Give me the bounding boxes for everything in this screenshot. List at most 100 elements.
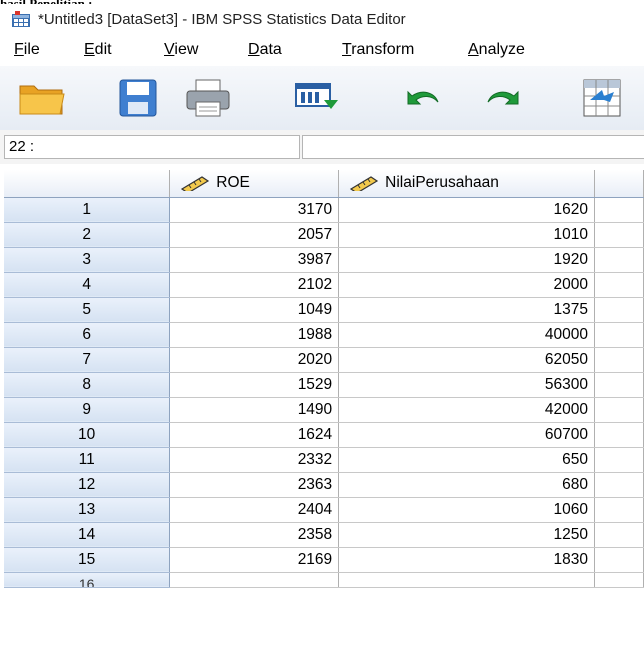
cell-roe[interactable]: 3987: [169, 247, 340, 273]
cell-empty[interactable]: [594, 572, 644, 588]
cell-nilaiperusahaan[interactable]: 1620: [338, 197, 596, 223]
cell-roe[interactable]: 3170: [169, 197, 340, 223]
menu-analyze[interactable]: Analyze: [468, 41, 525, 59]
column-header-empty[interactable]: [594, 170, 644, 198]
cell-empty[interactable]: [594, 372, 644, 398]
cell-nilaiperusahaan[interactable]: 1920: [338, 247, 596, 273]
cell-reference-field[interactable]: 22 :: [4, 135, 300, 159]
cell-nilaiperusahaan[interactable]: 1830: [338, 547, 596, 573]
menu-data[interactable]: Data: [248, 41, 282, 59]
column-header-nilaiperusahaan[interactable]: NilaiPerusahaan: [338, 170, 596, 198]
cell-empty[interactable]: [594, 322, 644, 348]
menu-file[interactable]: File: [14, 41, 40, 59]
row-number[interactable]: 5: [4, 297, 171, 323]
cell-empty[interactable]: [169, 572, 340, 588]
cell-roe[interactable]: 1049: [169, 297, 340, 323]
table-row: 3 3987 1920: [4, 247, 644, 273]
menu-edit[interactable]: Edit: [84, 41, 112, 59]
cell-nilaiperusahaan[interactable]: 40000: [338, 322, 596, 348]
row-number[interactable]: 16: [4, 572, 171, 588]
cell-empty[interactable]: [594, 272, 644, 298]
table-row: 6 1988 40000: [4, 322, 644, 348]
print-icon[interactable]: [184, 78, 232, 118]
toolbar: [0, 66, 644, 131]
cell-roe[interactable]: 2363: [169, 472, 340, 498]
menu-transform[interactable]: Transform: [342, 41, 414, 59]
title-bar: *Untitled3 [DataSet3] - IBM SPSS Statist…: [0, 4, 644, 34]
redo-icon[interactable]: [478, 78, 526, 118]
cell-roe[interactable]: 2404: [169, 497, 340, 523]
spss-app-icon: [12, 11, 30, 27]
goto-case-icon[interactable]: [582, 78, 622, 118]
table-row: 15 2169 1830: [4, 547, 644, 573]
cell-editor-bar: 22 :: [0, 130, 644, 165]
row-number[interactable]: 4: [4, 272, 171, 298]
cell-nilaiperusahaan[interactable]: 680: [338, 472, 596, 498]
table-row: 8 1529 56300: [4, 372, 644, 398]
cell-empty[interactable]: [594, 447, 644, 473]
column-label-nilaiperusahaan: NilaiPerusahaan: [385, 174, 499, 192]
cell-empty[interactable]: [338, 572, 596, 588]
column-header-roe[interactable]: ROE: [169, 170, 340, 198]
table-row: 11 2332 650: [4, 447, 644, 473]
cell-roe[interactable]: 1988: [169, 322, 340, 348]
row-number[interactable]: 1: [4, 197, 171, 223]
row-number[interactable]: 11: [4, 447, 171, 473]
cell-empty[interactable]: [594, 547, 644, 573]
menu-view[interactable]: View: [164, 41, 198, 59]
save-icon[interactable]: [118, 78, 158, 118]
dialog-recall-icon[interactable]: [292, 78, 342, 118]
cell-nilaiperusahaan[interactable]: 1250: [338, 522, 596, 548]
cell-empty[interactable]: [594, 497, 644, 523]
cell-nilaiperusahaan[interactable]: 56300: [338, 372, 596, 398]
row-number[interactable]: 8: [4, 372, 171, 398]
table-row: 9 1490 42000: [4, 397, 644, 423]
cell-roe[interactable]: 2169: [169, 547, 340, 573]
row-number[interactable]: 15: [4, 547, 171, 573]
cell-roe[interactable]: 1529: [169, 372, 340, 398]
cell-empty[interactable]: [594, 347, 644, 373]
row-number[interactable]: 9: [4, 397, 171, 423]
scale-ruler-icon: [181, 176, 210, 192]
cell-nilaiperusahaan[interactable]: 650: [338, 447, 596, 473]
table-row: 12 2363 680: [4, 472, 644, 498]
table-row: 13 2404 1060: [4, 497, 644, 523]
row-number[interactable]: 7: [4, 347, 171, 373]
cell-nilaiperusahaan[interactable]: 1060: [338, 497, 596, 523]
cell-roe[interactable]: 1624: [169, 422, 340, 448]
scale-ruler-icon: [350, 176, 379, 192]
cell-empty[interactable]: [594, 222, 644, 248]
cell-nilaiperusahaan[interactable]: 1010: [338, 222, 596, 248]
row-number[interactable]: 10: [4, 422, 171, 448]
cell-empty[interactable]: [594, 397, 644, 423]
cell-empty[interactable]: [594, 472, 644, 498]
open-folder-icon[interactable]: [18, 78, 66, 118]
cell-nilaiperusahaan[interactable]: 60700: [338, 422, 596, 448]
table-row: 14 2358 1250: [4, 522, 644, 548]
cell-empty[interactable]: [594, 522, 644, 548]
cell-empty[interactable]: [594, 197, 644, 223]
row-number[interactable]: 3: [4, 247, 171, 273]
row-number[interactable]: 14: [4, 522, 171, 548]
cell-roe[interactable]: 2057: [169, 222, 340, 248]
row-number[interactable]: 12: [4, 472, 171, 498]
cell-nilaiperusahaan[interactable]: 62050: [338, 347, 596, 373]
cell-roe[interactable]: 2358: [169, 522, 340, 548]
cell-empty[interactable]: [594, 247, 644, 273]
cell-roe[interactable]: 2332: [169, 447, 340, 473]
cell-roe[interactable]: 2102: [169, 272, 340, 298]
undo-icon[interactable]: [400, 78, 448, 118]
corner-header[interactable]: [4, 170, 171, 198]
cell-value-field[interactable]: [302, 135, 644, 159]
cell-nilaiperusahaan[interactable]: 1375: [338, 297, 596, 323]
cell-roe[interactable]: 2020: [169, 347, 340, 373]
row-number[interactable]: 6: [4, 322, 171, 348]
table-row: 5 1049 1375: [4, 297, 644, 323]
row-number[interactable]: 2: [4, 222, 171, 248]
cell-roe[interactable]: 1490: [169, 397, 340, 423]
cell-empty[interactable]: [594, 422, 644, 448]
cell-nilaiperusahaan[interactable]: 2000: [338, 272, 596, 298]
cell-nilaiperusahaan[interactable]: 42000: [338, 397, 596, 423]
row-number[interactable]: 13: [4, 497, 171, 523]
cell-empty[interactable]: [594, 297, 644, 323]
